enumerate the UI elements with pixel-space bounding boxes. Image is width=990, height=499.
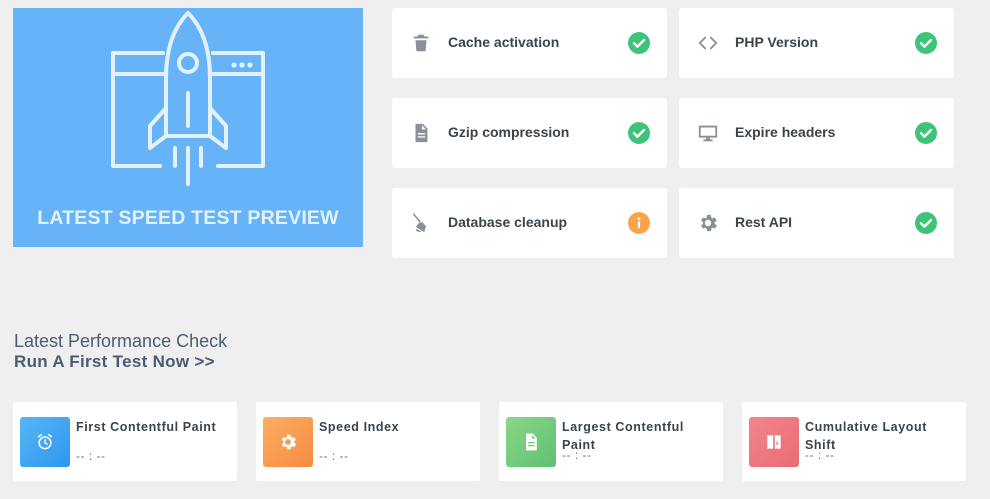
check-ok-icon (628, 32, 650, 54)
metric-value: -- : -- (805, 448, 835, 462)
layout-shift-icon (749, 417, 799, 467)
gear-icon (263, 417, 313, 467)
check-label: Database cleanup (448, 214, 568, 230)
preview-caption: LATEST SPEED TEST PREVIEW (37, 207, 339, 229)
document-icon (410, 122, 432, 144)
gear-icon (697, 212, 719, 234)
check-ok-icon (915, 122, 937, 144)
check-card-expire[interactable]: Expire headers (679, 98, 954, 168)
check-ok-icon (915, 32, 937, 54)
check-card-database[interactable]: Database cleanup (392, 188, 667, 258)
metric-name: Speed Index (319, 420, 400, 434)
document-icon (506, 417, 556, 467)
check-warning-icon (628, 212, 650, 234)
check-label: Cache activation (448, 34, 560, 50)
metric-value: -- : -- (76, 449, 106, 463)
check-card-gzip[interactable]: Gzip compression (392, 98, 667, 168)
metric-cumulative-layout-shift: Cumulative Layout Shift -- : -- (742, 402, 966, 481)
check-card-cache[interactable]: Cache activation (392, 8, 667, 78)
check-ok-icon (628, 122, 650, 144)
metric-value: -- : -- (562, 448, 592, 462)
check-card-rest-api[interactable]: Rest API (679, 188, 954, 258)
metric-value: -- : -- (319, 449, 349, 463)
alarm-clock-icon (20, 417, 70, 467)
check-label: Expire headers (735, 124, 836, 140)
speed-test-preview: LATEST SPEED TEST PREVIEW (13, 8, 363, 247)
check-label: Rest API (735, 214, 793, 230)
run-first-test-link[interactable]: Run A First Test Now >> (14, 352, 215, 372)
rocket-launch-illustration (111, 11, 265, 186)
check-label: Gzip compression (448, 124, 570, 140)
code-icon (697, 32, 719, 54)
performance-title: Latest Performance Check (14, 331, 228, 351)
metric-largest-contentful-paint: Largest Contentful Paint -- : -- (499, 402, 723, 481)
metric-first-contentful-paint: First Contentful Paint -- : -- (13, 402, 237, 481)
check-label: PHP Version (735, 34, 819, 50)
check-ok-icon (915, 212, 937, 234)
trash-icon (410, 32, 432, 54)
metric-speed-index: Speed Index -- : -- (256, 402, 480, 481)
metric-name: First Contentful Paint (76, 420, 217, 434)
monitor-icon (697, 122, 719, 144)
broom-icon (410, 212, 432, 234)
check-card-php[interactable]: PHP Version (679, 8, 954, 78)
